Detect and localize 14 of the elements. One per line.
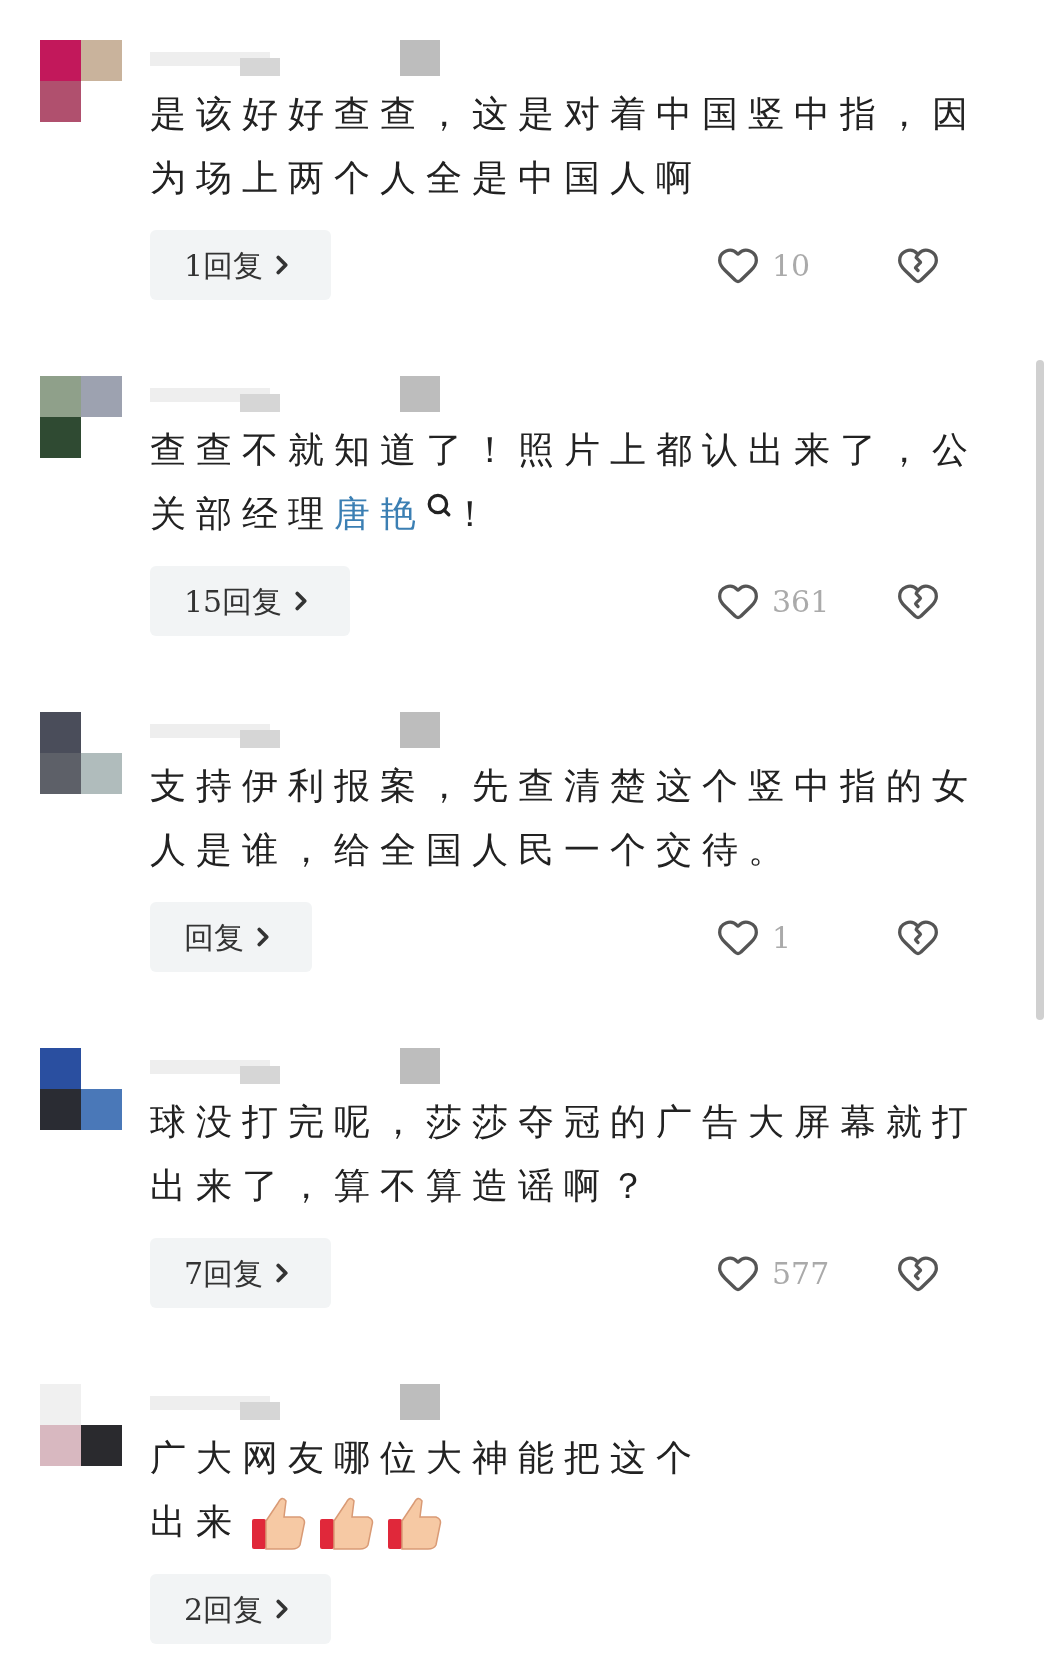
comment-text: 支持伊利报案，先查清楚这个竖中指的女人是谁，给全国人民一个交待。 <box>150 764 979 872</box>
comment-text: 出来 <box>150 1500 242 1544</box>
comment-text: 是该好好查查，这是对着中国竖中指，因为场上两个人全是中国人啊 <box>150 92 979 200</box>
comment-text: 广大网友哪位大神能把这个 <box>150 1436 703 1480</box>
replies-button[interactable]: 回复 <box>150 902 312 972</box>
search-icon <box>426 492 452 518</box>
comment-text: 查查不就知道了！照片上都认出来了，公关部经理 唐艳 ！ <box>150 418 990 546</box>
search-link[interactable]: 唐艳 <box>334 482 426 546</box>
scrollbar[interactable] <box>1036 360 1044 1020</box>
replies-button[interactable]: 1回复 <box>150 230 332 300</box>
replies-button[interactable]: 15回复 <box>150 566 351 636</box>
replies-button[interactable]: 7回复 <box>150 1238 332 1308</box>
replies-button[interactable]: 2回复 <box>150 1574 332 1644</box>
comment-text: 球没打完呢，莎莎夺冠的广告大屏幕就打出来了，算不算造谣啊？ <box>150 1100 979 1208</box>
